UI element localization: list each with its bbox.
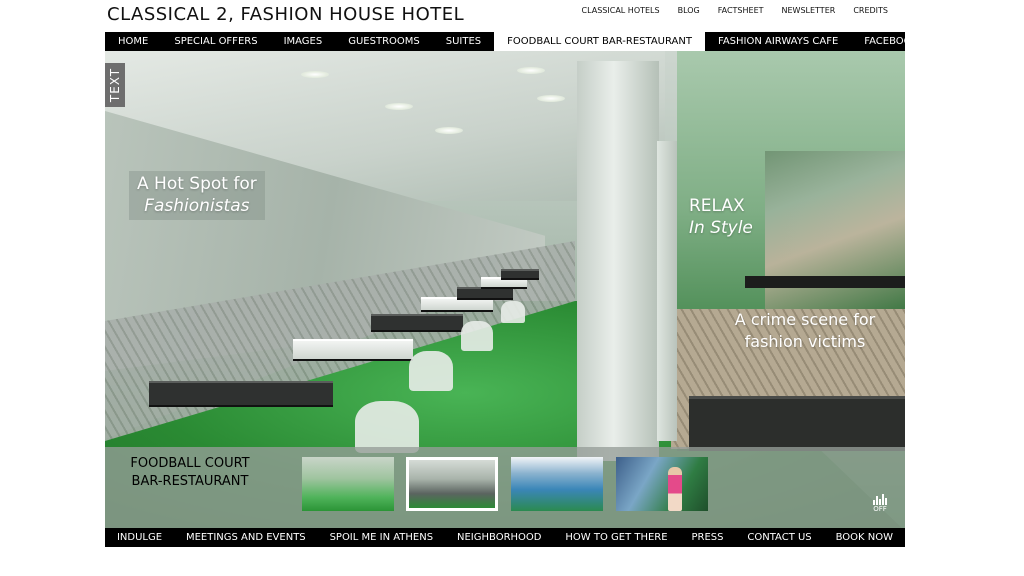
table (371, 314, 463, 330)
nav-item-special-offers[interactable]: SPECIAL OFFERS (161, 32, 270, 51)
caption-hot-spot-line1: A Hot Spot for (137, 174, 257, 194)
caption-crime-line2: fashion victims (744, 332, 866, 351)
bar-counter (745, 276, 905, 288)
top-links: CLASSICAL HOTELS BLOG FACTSHEET NEWSLETT… (582, 6, 888, 15)
text-toggle-tab[interactable]: TEXT (105, 63, 125, 107)
gallery-strip: FOODBALL COURT BAR-RESTAURANT OFF (105, 447, 905, 528)
ceiling-light (301, 71, 329, 78)
caption-relax-line2: In Style (689, 218, 753, 238)
chair (355, 401, 419, 453)
gallery-title-line2: BAR-RESTAURANT (131, 474, 249, 489)
sound-bars-icon (869, 494, 891, 505)
footer-item-how-to-get-there[interactable]: HOW TO GET THERE (565, 532, 667, 543)
pillar (577, 61, 659, 461)
table (501, 269, 539, 278)
main-nav: HOME SPECIAL OFFERS IMAGES GUESTROOMS SU… (105, 32, 918, 51)
nav-item-foodball-court[interactable]: FOODBALL COURT BAR-RESTAURANT (494, 32, 705, 51)
top-link-newsletter[interactable]: NEWSLETTER (782, 6, 836, 15)
top-link-classical-hotels[interactable]: CLASSICAL HOTELS (582, 6, 660, 15)
ceiling-light (385, 103, 413, 110)
caption-crime-scene: A crime scene for fashion victims (725, 309, 885, 353)
table (457, 287, 513, 298)
caption-relax: RELAX In Style (689, 195, 753, 239)
footer-item-neighborhood[interactable]: NEIGHBORHOOD (457, 532, 541, 543)
top-link-credits[interactable]: CREDITS (853, 6, 888, 15)
sound-toggle-label: OFF (873, 505, 887, 513)
caption-hot-spot: A Hot Spot for Fashionistas (129, 171, 265, 220)
gallery-thumbnail-selected[interactable] (406, 457, 498, 511)
table (149, 381, 333, 405)
gallery-thumbnail[interactable] (616, 457, 708, 511)
nav-item-facebook[interactable]: FACEBOOK (851, 32, 931, 51)
top-link-factsheet[interactable]: FACTSHEET (718, 6, 764, 15)
gallery-title-line1: FOODBALL COURT (130, 456, 250, 471)
ceiling-light (517, 67, 545, 74)
sound-toggle-button[interactable]: OFF (869, 494, 891, 516)
footer-item-spoil-me-in-athens[interactable]: SPOIL ME IN ATHENS (330, 532, 434, 543)
nav-item-home[interactable]: HOME (105, 32, 161, 51)
footer-nav: INDULGE MEETINGS AND EVENTS SPOIL ME IN … (105, 528, 905, 547)
hero-image: TEXT A Hot Spot for Fashionistas RELAX I… (105, 51, 905, 528)
ceiling-light (537, 95, 565, 102)
text-tab-label: TEXT (108, 67, 123, 103)
gallery-thumbnail[interactable] (511, 457, 603, 511)
site-title: CLASSICAL 2, FASHION HOUSE HOTEL (107, 4, 465, 25)
caption-hot-spot-line2: Fashionistas (144, 196, 250, 216)
top-link-blog[interactable]: BLOG (678, 6, 700, 15)
player-figure (668, 467, 682, 511)
caption-relax-line1: RELAX (689, 196, 745, 216)
footer-item-indulge[interactable]: INDULGE (117, 532, 162, 543)
footer-item-press[interactable]: PRESS (691, 532, 723, 543)
nav-item-images[interactable]: IMAGES (271, 32, 336, 51)
chair (501, 301, 525, 323)
nav-item-guestrooms[interactable]: GUESTROOMS (335, 32, 433, 51)
footer-item-book-now[interactable]: BOOK NOW (836, 532, 893, 543)
table (421, 297, 493, 310)
footer-item-meetings-and-events[interactable]: MEETINGS AND EVENTS (186, 532, 306, 543)
chair (409, 351, 453, 391)
pillar-small (657, 141, 677, 441)
table (293, 339, 413, 359)
nav-item-fashion-airways-cafe[interactable]: FASHION AIRWAYS CAFE (705, 32, 851, 51)
chair (461, 321, 493, 351)
right-table (689, 396, 905, 451)
nav-item-suites[interactable]: SUITES (433, 32, 494, 51)
gallery-title: FOODBALL COURT BAR-RESTAURANT (115, 455, 265, 491)
ceiling-light (435, 127, 463, 134)
caption-crime-line1: A crime scene for (734, 310, 876, 329)
footer-item-contact-us[interactable]: CONTACT US (747, 532, 811, 543)
table (481, 277, 527, 287)
gallery-thumbnail[interactable] (302, 457, 394, 511)
